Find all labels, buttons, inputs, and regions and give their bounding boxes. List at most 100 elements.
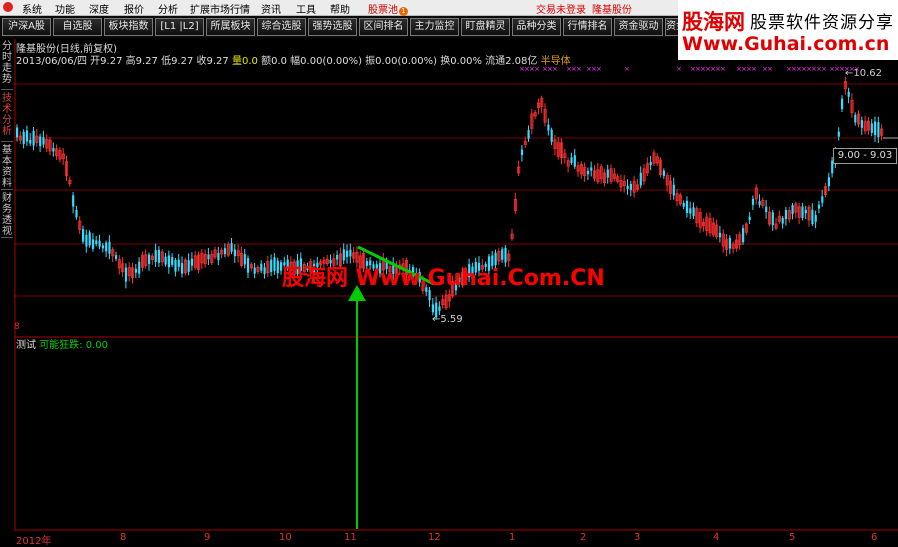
candle-body-down	[177, 259, 180, 267]
candle-body-down	[748, 216, 751, 221]
low-price-value: 5.59	[440, 314, 463, 325]
candle-body-down	[187, 260, 190, 272]
candle-body-down	[520, 149, 524, 155]
high-price-value: 10.62	[853, 68, 883, 79]
candle-body-down	[16, 127, 19, 138]
candle-body-down	[804, 209, 807, 214]
candle-body-down	[639, 172, 642, 186]
candle-body-down	[672, 184, 675, 196]
candle-body-down	[108, 241, 111, 254]
candle-body-down	[791, 205, 794, 215]
signal-marker: ×	[767, 65, 773, 73]
candle-body-down	[870, 123, 873, 133]
candle-body-down	[847, 91, 850, 97]
side-tab-technical[interactable]: 技术分析	[1, 93, 13, 142]
candle-body-down	[877, 122, 880, 138]
candle-body-down	[854, 114, 857, 123]
toolbar-button-main-monitor[interactable]: 主力监控	[410, 18, 459, 36]
signal-marker: ×	[576, 65, 582, 73]
x-tick: 6	[871, 532, 878, 543]
toolbar-button-market-rank[interactable]: 行情排名	[563, 18, 612, 36]
candle-body-down	[101, 245, 104, 249]
kline-chart[interactable]: × × × × × × × × × × × × × × × × × × × × × × × × × × × × × × × × × × × × × × × ×…	[14, 39, 898, 545]
candle-body-down	[841, 98, 844, 110]
side-tab-intraday[interactable]: 分时走势	[1, 41, 13, 90]
candle-body-down	[811, 209, 814, 225]
candle-body-down	[837, 131, 840, 137]
indicator-label: 测试 可能狂跌: 0.00	[16, 336, 108, 351]
candle-body-down	[85, 234, 88, 247]
trade-login-status[interactable]: 交易未登录	[536, 1, 586, 16]
menu-news[interactable]: 资讯	[261, 1, 281, 16]
toolbar-button-hs-a[interactable]: 沪深A股	[2, 18, 51, 36]
candle-body-down	[75, 210, 78, 218]
candle-body-down	[342, 249, 345, 261]
x-tick: 9	[204, 532, 211, 543]
candle-body-down	[243, 254, 246, 265]
menu-help[interactable]: 帮助	[330, 1, 350, 16]
volume-value: 量0.0	[231, 56, 258, 67]
toolbar-button-category[interactable]: 品种分类	[512, 18, 561, 36]
candle-body-down	[164, 256, 167, 265]
toolbar-button-watchlist[interactable]: 自选股	[53, 18, 102, 36]
candle-body-down	[167, 255, 170, 268]
candle-body-down	[39, 136, 42, 147]
toolbar-button-composite-select[interactable]: 综合选股	[257, 18, 306, 36]
candle-body-down	[629, 184, 632, 190]
menu-analysis[interactable]: 分析	[158, 1, 178, 16]
signal-marker: ×	[596, 65, 602, 73]
candle-body-down	[223, 248, 227, 255]
candle-body-down	[98, 240, 101, 247]
toolbar-button-sector[interactable]: 所属板块	[206, 18, 255, 36]
watermark-text: 股海网 Www.Guhai.Com.CN	[282, 266, 605, 291]
candle-body-down	[336, 254, 339, 260]
side-tab-fundamentals[interactable]: 基本资料	[1, 145, 13, 190]
menu-system[interactable]: 系统	[22, 1, 42, 16]
x-tick: 4	[713, 532, 720, 543]
x-tick: 1	[509, 532, 516, 543]
candle-body-down	[157, 249, 161, 263]
candle-body-down	[154, 250, 157, 262]
candle-body-down	[148, 254, 151, 264]
candle-body-down	[134, 268, 137, 273]
menu-tools[interactable]: 工具	[296, 1, 316, 16]
candle-body-down	[874, 121, 877, 136]
candle-body-down	[817, 204, 821, 209]
candle-body-down	[682, 203, 685, 207]
toolbar-button-fund-drive[interactable]: 资金驱动	[614, 18, 663, 36]
date-axis: 2012年 8 9 10 11 12 1 2 3 4 5 6	[14, 530, 898, 547]
menu-stock-pool[interactable]: 股票池 1	[368, 1, 408, 16]
signal-marker: ×	[676, 65, 682, 73]
candle-body-down	[781, 217, 784, 224]
signal-marker: ×	[751, 65, 757, 73]
menu-extended-market[interactable]: 扩展市场行情	[190, 1, 250, 16]
candle-body-down	[32, 131, 35, 146]
candle-body-down	[88, 232, 91, 246]
indicator-signal-label: 可能狂跌:	[39, 340, 83, 351]
menu-depth[interactable]: 深度	[89, 1, 109, 16]
toolbar-button-strong-select[interactable]: 强势选股	[308, 18, 357, 36]
toolbar-button-sector-index[interactable]: 板块指数	[104, 18, 153, 36]
side-tab-finance[interactable]: 财务透视	[1, 193, 13, 238]
x-tick: 12	[428, 532, 441, 543]
candle-body-down	[573, 155, 576, 167]
candle-body-down	[626, 185, 629, 189]
candle-body-down	[105, 242, 108, 252]
candle-body-down	[718, 232, 722, 238]
candle-body-down	[742, 228, 745, 243]
candle-body-down	[438, 306, 441, 311]
menu-quote[interactable]: 报价	[124, 1, 144, 16]
candle-body-down	[230, 243, 233, 252]
toolbar-button-watch-spirit[interactable]: 盯盘精灵	[461, 18, 510, 36]
toolbar-button-range-rank[interactable]: 区间排名	[359, 18, 408, 36]
candle-body-down	[751, 198, 755, 205]
candle-body-down	[692, 207, 695, 217]
x-tick: 10	[279, 532, 292, 543]
candle-body-down	[95, 240, 98, 244]
indicator-name[interactable]: 测试	[16, 340, 36, 351]
menu-function[interactable]: 功能	[55, 1, 75, 16]
toolbar-button-level[interactable]: [L1 |L2]	[155, 18, 204, 36]
candle-body-down	[431, 304, 434, 313]
indicator-signal-value: 0.00	[85, 340, 109, 351]
x-tick: 11	[344, 532, 357, 543]
